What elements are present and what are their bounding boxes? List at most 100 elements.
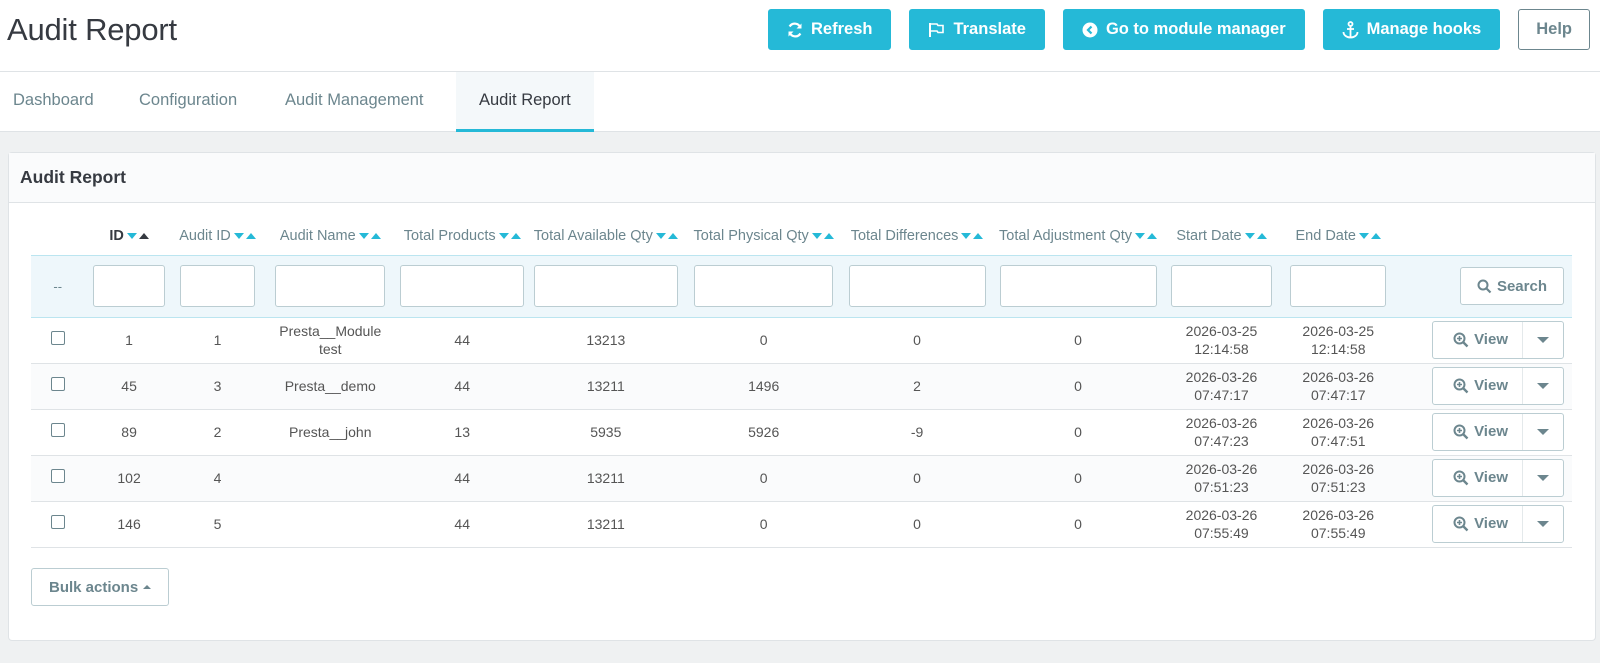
- filter-cell: [399, 254, 526, 318]
- table-row: 89 2 Presta__john 13 5935 5926 -9 0 2026-03-26 07…: [31, 409, 1572, 456]
- sort-asc-icon[interactable]: [138, 233, 149, 239]
- table-row: 146 5 44 13211 0 0 0 2026-03-26 07:55:49 2026-03-…: [31, 501, 1572, 548]
- cell-total-products: 44: [399, 317, 526, 364]
- header-label: ID: [109, 227, 124, 244]
- tab-dashboard[interactable]: Dashboard: [0, 72, 117, 132]
- sort-desc-icon[interactable]: [811, 233, 822, 239]
- start-date-text: 2026-03-25: [1185, 323, 1258, 339]
- sort-desc-icon[interactable]: [961, 233, 972, 239]
- row-actions-dropdown[interactable]: [1523, 460, 1563, 496]
- search-button[interactable]: Search: [1459, 267, 1564, 305]
- row-actions-dropdown[interactable]: [1523, 506, 1563, 542]
- filter-adjustment-qty-input[interactable]: [999, 265, 1157, 307]
- sort-controls[interactable]: [358, 228, 381, 244]
- refresh-button[interactable]: Refresh: [768, 9, 892, 50]
- view-button[interactable]: View: [1433, 506, 1523, 542]
- sort-controls[interactable]: [655, 228, 678, 244]
- sort-controls[interactable]: [1358, 228, 1381, 244]
- caret-down-icon: [1537, 429, 1549, 435]
- sort-asc-icon[interactable]: [823, 233, 834, 239]
- filter-start-date-input[interactable]: [1170, 265, 1272, 307]
- filter-differences-input[interactable]: [848, 265, 986, 307]
- tab-audit-management[interactable]: Audit Management: [262, 72, 447, 132]
- sort-desc-icon[interactable]: [233, 233, 244, 239]
- help-button[interactable]: Help: [1518, 9, 1590, 50]
- bulk-actions-label: Bulk actions: [49, 578, 139, 596]
- cell-available-qty: 13211: [525, 501, 687, 548]
- start-time-text: 12:14:58: [1194, 341, 1249, 357]
- row-checkbox[interactable]: [50, 515, 65, 529]
- row-checkbox[interactable]: [50, 331, 65, 345]
- sort-controls[interactable]: [961, 228, 984, 244]
- sort-asc-icon[interactable]: [1370, 233, 1381, 239]
- toolbar: Refresh Translate Go to module manager M…: [750, 9, 1590, 50]
- filter-end-date-input[interactable]: [1290, 265, 1387, 307]
- view-button[interactable]: View: [1433, 460, 1523, 496]
- filter-audit-name-input[interactable]: [275, 265, 386, 307]
- sort-desc-icon[interactable]: [1244, 233, 1255, 239]
- sort-desc-icon[interactable]: [126, 233, 137, 239]
- caret-down-icon: [1537, 337, 1549, 343]
- sort-asc-icon[interactable]: [245, 233, 256, 239]
- filter-audit-id-input[interactable]: [180, 265, 255, 307]
- row-actions-dropdown[interactable]: [1523, 322, 1563, 358]
- zoom-icon: [1453, 332, 1469, 348]
- filter-row: -- Search: [31, 254, 1572, 318]
- sort-desc-icon[interactable]: [1135, 233, 1146, 239]
- search-icon: [1477, 279, 1492, 293]
- sort-asc-icon[interactable]: [1147, 233, 1158, 239]
- cell-differences: 0: [840, 455, 994, 502]
- sort-asc-icon[interactable]: [973, 233, 984, 239]
- translate-button[interactable]: Translate: [909, 9, 1045, 50]
- sort-desc-icon[interactable]: [1358, 233, 1369, 239]
- filter-cell: [1162, 254, 1281, 318]
- sort-controls[interactable]: [1244, 228, 1267, 244]
- cell-actions: View: [1396, 501, 1572, 548]
- row-select-cell: [31, 501, 85, 548]
- sort-controls[interactable]: [811, 228, 834, 244]
- module-manager-label: Go to module manager: [1105, 20, 1286, 38]
- view-button[interactable]: View: [1433, 414, 1523, 450]
- audit-report-table: ID Audit ID Audit Name Total Products To…: [31, 217, 1572, 548]
- row-checkbox[interactable]: [50, 469, 65, 483]
- filter-id-input[interactable]: [93, 265, 166, 307]
- arrow-circle-left-icon: [1082, 22, 1098, 37]
- tab-configuration[interactable]: Configuration: [116, 72, 260, 132]
- sort-asc-icon[interactable]: [1256, 233, 1267, 239]
- row-checkbox[interactable]: [50, 377, 65, 391]
- header-total-physical-qty: Total Physical Qty: [686, 217, 840, 255]
- caret-down-icon: [1537, 383, 1549, 389]
- bulk-actions-button[interactable]: Bulk actions: [31, 568, 170, 606]
- filter-total-products-input[interactable]: [400, 265, 525, 307]
- sort-controls[interactable]: [233, 228, 256, 244]
- cell-id: 89: [84, 409, 174, 456]
- filter-physical-qty-input[interactable]: [694, 265, 834, 307]
- cell-id: 102: [84, 455, 174, 502]
- sort-desc-icon[interactable]: [358, 233, 369, 239]
- sort-asc-icon[interactable]: [667, 233, 678, 239]
- view-button[interactable]: View: [1433, 368, 1523, 404]
- cell-start-date: 2026-03-26 07:47:17: [1162, 363, 1281, 410]
- view-button[interactable]: View: [1433, 322, 1523, 358]
- start-date-text: 2026-03-26: [1185, 415, 1258, 431]
- cell-end-date: 2026-03-26 07:55:49: [1280, 501, 1397, 548]
- sort-controls[interactable]: [1135, 228, 1158, 244]
- row-checkbox[interactable]: [50, 423, 65, 437]
- filter-available-qty-input[interactable]: [533, 265, 678, 307]
- cell-differences: 2: [840, 363, 994, 410]
- manage-hooks-button[interactable]: Manage hooks: [1322, 9, 1501, 50]
- sort-desc-icon[interactable]: [655, 233, 666, 239]
- sort-asc-icon[interactable]: [370, 233, 381, 239]
- sort-asc-icon[interactable]: [510, 233, 521, 239]
- row-actions-dropdown[interactable]: [1523, 368, 1563, 404]
- sort-controls[interactable]: [126, 228, 149, 244]
- cell-adjustment-qty: 0: [993, 317, 1163, 364]
- tab-audit-report[interactable]: Audit Report: [456, 72, 594, 132]
- sort-controls[interactable]: [498, 228, 521, 244]
- sort-desc-icon[interactable]: [498, 233, 509, 239]
- row-actions-dropdown[interactable]: [1523, 414, 1563, 450]
- cell-audit-name: Presta__john: [261, 409, 400, 456]
- header-label: Audit Name: [279, 227, 356, 244]
- start-date-text: 2026-03-26: [1185, 461, 1258, 477]
- module-manager-button[interactable]: Go to module manager: [1062, 9, 1305, 50]
